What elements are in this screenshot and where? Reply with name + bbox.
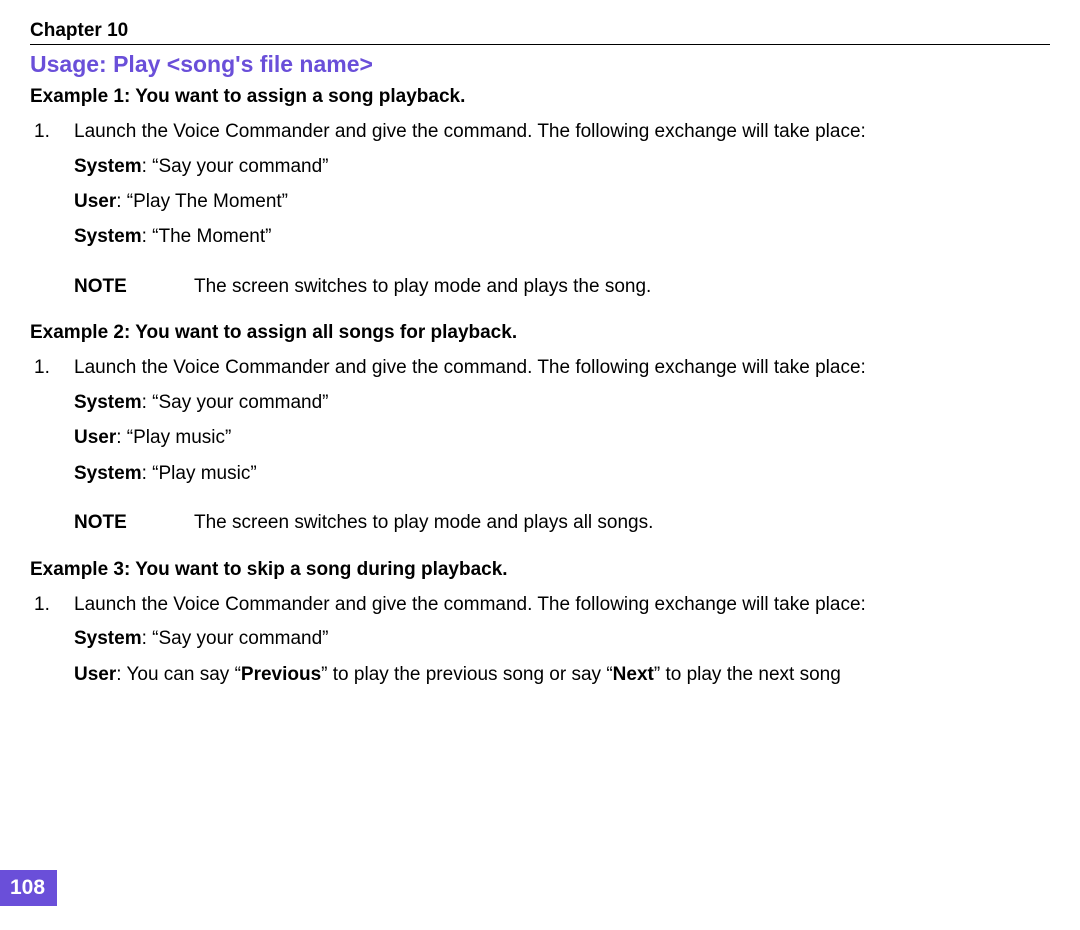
example-1-note: NOTE The screen switches to play mode an… — [74, 274, 1050, 301]
speaker-label: User — [74, 191, 116, 212]
previous-keyword: Previous — [241, 664, 321, 685]
step-text: Launch the Voice Commander and give the … — [74, 354, 1050, 382]
example-1-dialogue-2: User: “Play The Moment” — [74, 187, 1050, 216]
step-number: 1. — [30, 354, 74, 382]
step-number: 1. — [30, 118, 74, 146]
section-title: Usage: Play <song's file name> — [30, 51, 1050, 78]
speaker-label: System — [74, 392, 142, 413]
dialogue-text-suffix: ” to play the next song — [654, 664, 841, 685]
example-2-step: 1. Launch the Voice Commander and give t… — [30, 354, 1050, 382]
example-3-dialogue-2: User: You can say “Previous” to play the… — [74, 660, 1050, 689]
next-keyword: Next — [613, 664, 654, 685]
example-1-dialogue-3: System: “The Moment” — [74, 222, 1050, 251]
example-3-step: 1. Launch the Voice Commander and give t… — [30, 591, 1050, 619]
dialogue-text: : “Play music” — [116, 427, 231, 448]
example-3-dialogue-1: System: “Say your command” — [74, 624, 1050, 653]
example-2-title: Example 2: You want to assign all songs … — [30, 322, 1050, 344]
example-2-dialogue-1: System: “Say your command” — [74, 388, 1050, 417]
note-text: The screen switches to play mode and pla… — [194, 510, 1050, 537]
dialogue-text-prefix: : You can say “ — [116, 664, 241, 685]
speaker-label: User — [74, 664, 116, 685]
speaker-label: System — [74, 226, 142, 247]
step-text: Launch the Voice Commander and give the … — [74, 591, 1050, 619]
example-1-dialogue-1: System: “Say your command” — [74, 152, 1050, 181]
dialogue-text: : “The Moment” — [142, 226, 272, 247]
speaker-label: System — [74, 156, 142, 177]
step-text: Launch the Voice Commander and give the … — [74, 118, 1050, 146]
note-label: NOTE — [74, 274, 194, 301]
document-page: Chapter 10 Usage: Play <song's file name… — [0, 0, 1080, 930]
dialogue-text: : “Say your command” — [142, 628, 329, 649]
speaker-label: System — [74, 628, 142, 649]
example-2-note: NOTE The screen switches to play mode an… — [74, 510, 1050, 537]
dialogue-text: : “Say your command” — [142, 156, 329, 177]
chapter-header: Chapter 10 — [30, 20, 1050, 45]
dialogue-text: : “Say your command” — [142, 392, 329, 413]
step-number: 1. — [30, 591, 74, 619]
example-1-title: Example 1: You want to assign a song pla… — [30, 86, 1050, 108]
note-label: NOTE — [74, 510, 194, 537]
note-text: The screen switches to play mode and pla… — [194, 274, 1050, 301]
speaker-label: User — [74, 427, 116, 448]
example-1-step: 1. Launch the Voice Commander and give t… — [30, 118, 1050, 146]
example-2-dialogue-2: User: “Play music” — [74, 423, 1050, 452]
example-3-title: Example 3: You want to skip a song durin… — [30, 559, 1050, 581]
page-number: 108 — [0, 870, 57, 906]
dialogue-text-mid: ” to play the previous song or say “ — [321, 664, 612, 685]
example-2-dialogue-3: System: “Play music” — [74, 459, 1050, 488]
dialogue-text: : “Play The Moment” — [116, 191, 288, 212]
dialogue-text: : “Play music” — [142, 463, 257, 484]
speaker-label: System — [74, 463, 142, 484]
